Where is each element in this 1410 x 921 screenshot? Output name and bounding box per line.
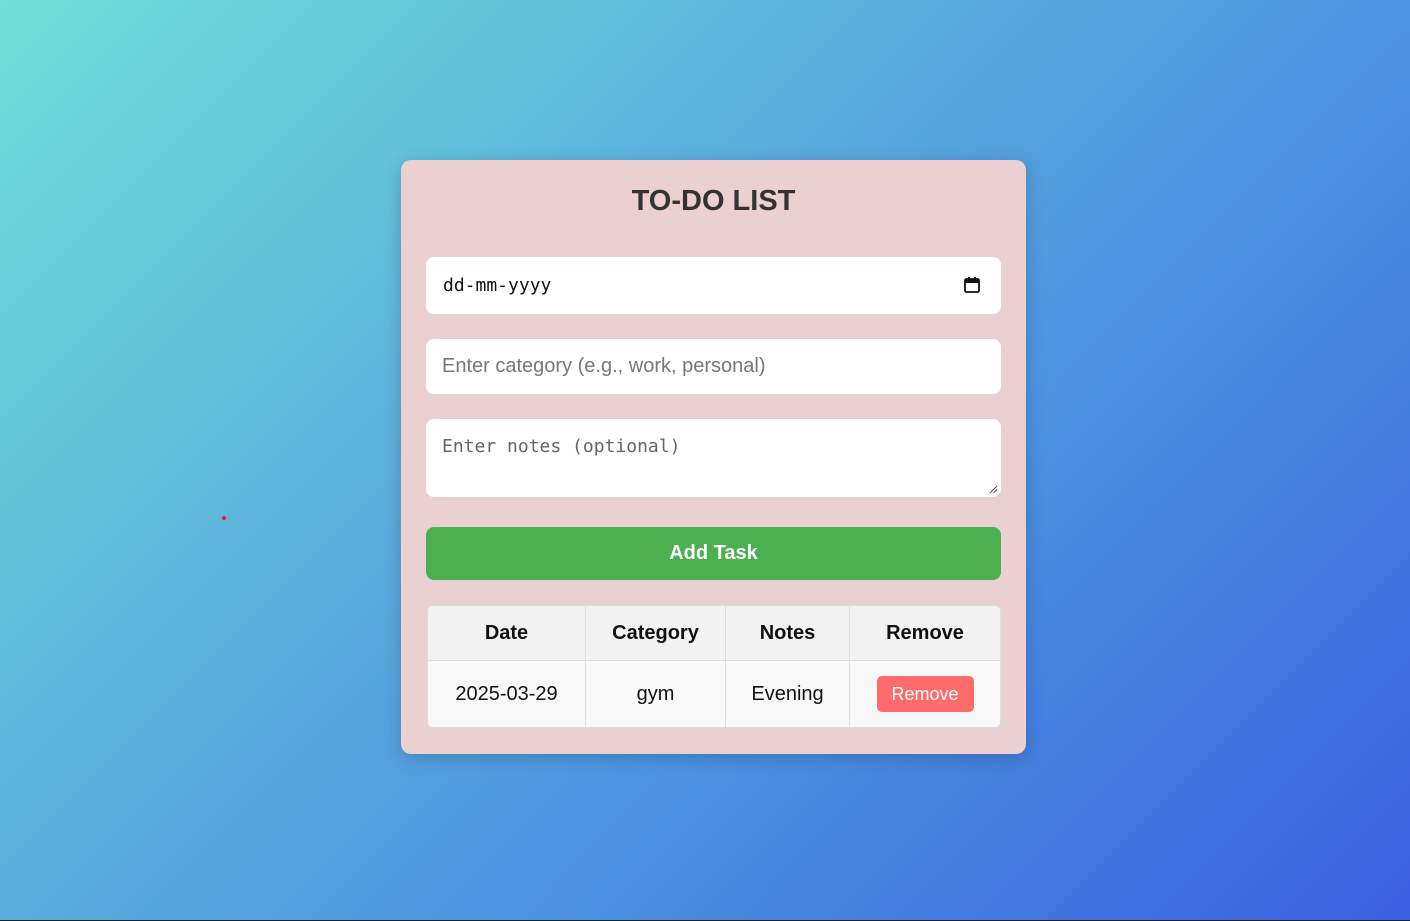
calendar-icon[interactable] <box>963 276 981 294</box>
cell-date: 2025-03-29 <box>428 660 586 727</box>
category-input[interactable]: Enter category (e.g., work, personal) <box>426 339 1001 394</box>
date-input-placeholder: dd-mm-yyyy <box>443 275 552 296</box>
tasks-table: Date Category Notes Remove 2025-03-29 gy… <box>427 605 1001 728</box>
cursor-dot <box>222 516 226 520</box>
table-header-row: Date Category Notes Remove <box>428 606 1000 661</box>
cell-remove: Remove <box>849 660 1000 727</box>
resize-handle-icon[interactable] <box>989 485 998 494</box>
todo-card: TO-DO LIST dd-mm-yyyy Enter category (e.… <box>401 160 1026 754</box>
cell-notes: Evening <box>725 660 850 727</box>
header-remove: Remove <box>849 606 1000 661</box>
date-input[interactable]: dd-mm-yyyy <box>426 257 1001 314</box>
table-row: 2025-03-29 gym Evening Remove <box>428 660 1000 727</box>
page-title: TO-DO LIST <box>631 185 796 217</box>
add-task-button[interactable]: Add Task <box>426 527 1001 580</box>
category-input-placeholder: Enter category (e.g., work, personal) <box>442 355 766 377</box>
cell-category: gym <box>585 660 726 727</box>
notes-textarea[interactable]: Enter notes (optional) <box>426 419 1001 497</box>
header-date: Date <box>428 606 586 661</box>
remove-button[interactable]: Remove <box>876 676 974 712</box>
header-notes: Notes <box>725 606 850 661</box>
notes-textarea-placeholder: Enter notes (optional) <box>442 436 681 457</box>
header-category: Category <box>585 606 726 661</box>
